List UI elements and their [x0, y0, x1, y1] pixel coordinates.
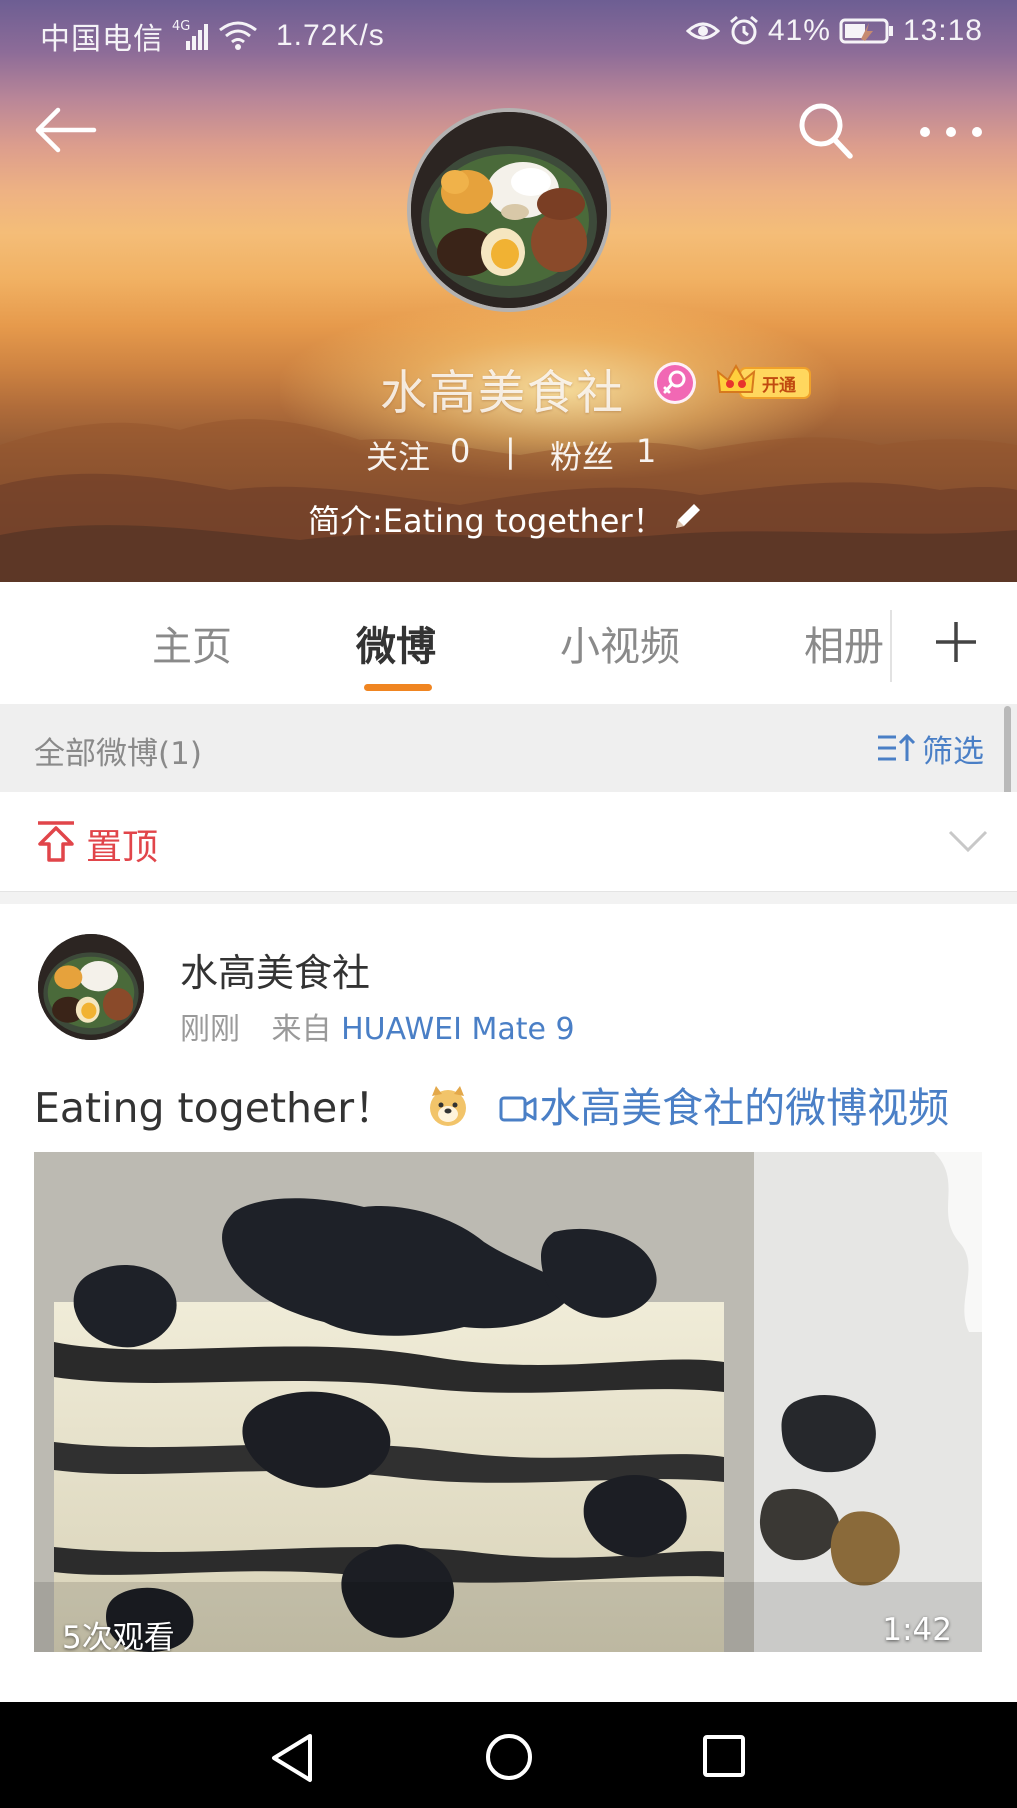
- chevron-down-icon[interactable]: [946, 824, 990, 860]
- all-weibo-count: 全部微博(1): [34, 736, 202, 772]
- filter-sort-icon: [878, 733, 916, 761]
- post-author-name[interactable]: 水高美食社: [180, 942, 370, 997]
- network-speed: 1.72K/s: [276, 19, 385, 52]
- vip-open-label: 开通: [762, 376, 796, 396]
- signal-icon: 4G: [172, 19, 208, 51]
- following-label[interactable]: 关注: [366, 432, 430, 478]
- pinned-section[interactable]: 置顶: [0, 792, 1017, 892]
- tab-short-video[interactable]: 小视频: [560, 614, 680, 672]
- post-from-label: 来自: [271, 1012, 332, 1047]
- battery-icon: [839, 17, 895, 45]
- add-tab-button[interactable]: [932, 618, 980, 666]
- circle-home-icon: [486, 1734, 532, 1780]
- video-view-count: 5次观看: [62, 1620, 175, 1652]
- mountain-silhouette: [0, 419, 1017, 582]
- profile-header: 中国电信 4G 1.72K/s 41% 13:18 水高美食社 开通 关注 0 …: [0, 0, 1017, 582]
- filter-button[interactable]: 筛选: [876, 722, 984, 774]
- stats-separator: |: [505, 432, 516, 470]
- video-thumbnail[interactable]: 5次观看 1:42: [34, 1152, 982, 1652]
- food-bowl-avatar-image: [38, 934, 144, 1040]
- scrollbar-thumb[interactable]: [1004, 706, 1011, 806]
- pencil-icon: [676, 504, 700, 528]
- post-source-device[interactable]: HUAWEI Mate 9: [341, 1012, 575, 1047]
- alarm-icon: [728, 15, 760, 47]
- video-camera-icon[interactable]: [499, 1088, 537, 1122]
- wifi-icon: [218, 20, 258, 52]
- profile-avatar[interactable]: [407, 108, 611, 312]
- follow-stats: 关注 0 | 粉丝 1: [0, 430, 1017, 476]
- post-text-body: Eating together！: [34, 1084, 396, 1132]
- system-nav-bar: [0, 1702, 1017, 1808]
- filter-bar: 全部微博(1) 筛选: [0, 704, 1017, 792]
- tab-divider: [890, 610, 892, 682]
- female-gender-icon: [654, 362, 696, 404]
- triangle-back-icon: [272, 1734, 312, 1782]
- profile-bio: 简介:Eating together！: [308, 502, 665, 540]
- carrier-label: 中国电信: [40, 23, 164, 56]
- battery-percent: 41%: [767, 14, 831, 47]
- filter-label: 筛选: [922, 733, 984, 770]
- post-video-link[interactable]: 水高美食社的微博视频: [539, 1084, 949, 1132]
- clock-time: 13:18: [902, 14, 983, 47]
- square-recent-icon: [703, 1735, 745, 1777]
- nav-recent-apps-button[interactable]: [702, 1734, 746, 1778]
- back-arrow-icon: [35, 107, 97, 153]
- post-meta: 刚刚 来自 HUAWEI Mate 9: [180, 1004, 575, 1048]
- doge-emoji-icon: [426, 1084, 470, 1128]
- status-bar: 中国电信 4G 1.72K/s 41% 13:18: [0, 0, 1017, 72]
- search-button[interactable]: [796, 100, 856, 162]
- weibo-post: 水高美食社 刚刚 来自 HUAWEI Mate 9 Eating togethe…: [0, 904, 1017, 1704]
- oreo-dessert-video-frame: [34, 1152, 982, 1652]
- post-author-avatar[interactable]: [38, 934, 144, 1040]
- search-icon: [799, 103, 853, 159]
- video-duration: 1:42: [882, 1612, 952, 1648]
- nav-back-button[interactable]: [268, 1732, 316, 1784]
- plus-icon: [936, 622, 976, 662]
- profile-name-row: 水高美食社: [0, 352, 1017, 421]
- post-content: Eating together！ 水高美食社的微博视频: [34, 1074, 949, 1134]
- profile-name: 水高美食社: [380, 366, 625, 421]
- food-bowl-avatar-image: [411, 112, 607, 308]
- network-label: 4G: [172, 19, 191, 34]
- bio-row: 简介:Eating together！: [0, 492, 1017, 542]
- pinned-label: 置顶: [86, 827, 159, 868]
- back-button[interactable]: [32, 100, 102, 160]
- following-count[interactable]: 0: [450, 432, 470, 470]
- post-time: 刚刚: [180, 1012, 240, 1047]
- active-tab-indicator: [364, 684, 432, 691]
- tab-home[interactable]: 主页: [152, 614, 232, 672]
- profile-tabs: 主页 微博 小视频 相册: [0, 582, 1017, 704]
- tab-album[interactable]: 相册: [804, 614, 884, 672]
- pin-top-icon: [38, 821, 74, 862]
- eye-icon: [685, 17, 720, 45]
- tab-weibo[interactable]: 微博: [356, 614, 436, 672]
- vip-open-badge[interactable]: 开通: [716, 362, 812, 402]
- fans-label[interactable]: 粉丝: [550, 432, 614, 478]
- nav-home-button[interactable]: [484, 1732, 534, 1782]
- more-icon: [920, 127, 982, 137]
- fans-count[interactable]: 1: [636, 432, 656, 470]
- more-button[interactable]: [916, 112, 986, 152]
- edit-bio-button[interactable]: [670, 500, 704, 534]
